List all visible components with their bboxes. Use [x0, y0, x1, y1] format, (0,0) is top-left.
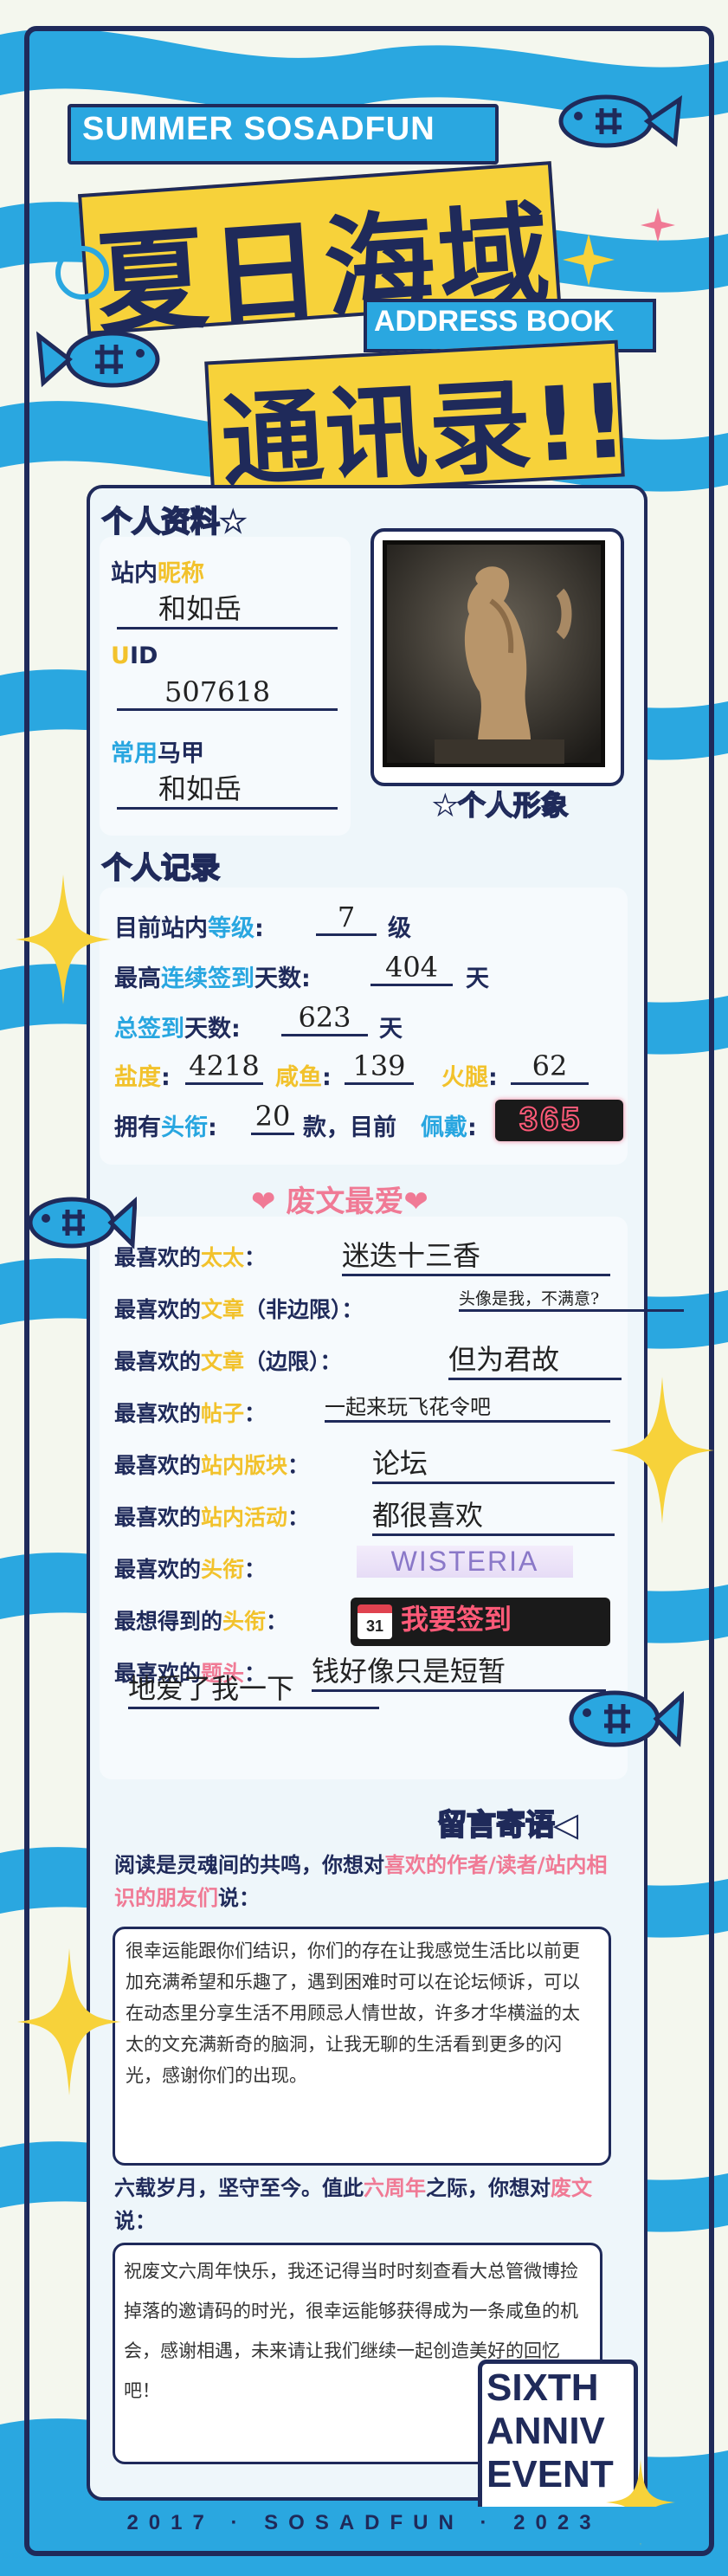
footer-text: 2017 · SOSADFUN · 2023 [126, 2511, 602, 2534]
titles-value: 20 [251, 1100, 294, 1135]
favorite-value: 论坛 [372, 1442, 615, 1484]
avatar-caption: ★个人形象 [432, 788, 569, 823]
fish-icon [35, 331, 160, 388]
level-value: 7 [316, 901, 377, 936]
favorite-value: 但为君故 [448, 1338, 622, 1380]
favorite-label: 最喜欢的文章（非边限）： [114, 1297, 364, 1322]
favorite-value: WISTERIA [357, 1546, 573, 1578]
level-label: 目前站内等级: [114, 915, 264, 942]
sparkle-icon [16, 875, 111, 1004]
favorite-value: 都很喜欢 [372, 1494, 615, 1536]
favorite-extra-line: 地爱了我一下 [128, 1667, 379, 1709]
avatar [383, 540, 605, 767]
favorite-label: 最喜欢的帖子： [114, 1401, 267, 1426]
alias-label: 常用马甲 [111, 740, 204, 767]
favorite-label: 最喜欢的文章（边限）： [114, 1349, 342, 1374]
fish-icon [569, 1690, 684, 1747]
streak-unit: 天 [466, 965, 489, 992]
fish-label: 咸鱼: [275, 1064, 332, 1091]
favorite-label: 最喜欢的太太： [114, 1245, 267, 1270]
favorites-section-title: ❤ 废文最爱❤ [251, 1185, 428, 1219]
page-title-line2: 通讯录!! [218, 360, 633, 502]
total-label: 总签到天数: [114, 1016, 241, 1043]
favorite-value: 头像是我，不满意? [459, 1286, 684, 1312]
total-unit: 天 [379, 1016, 403, 1043]
favorite-label: 最喜欢的站内版块： [114, 1453, 310, 1478]
titles-unit: 款，目前 [303, 1114, 396, 1141]
streak-label: 最高连续签到天数: [114, 965, 311, 992]
bubble-icon [55, 246, 109, 300]
message-answer-1: 很幸运能跟你们结识，你们的存在让我感觉生活比以前更加充满希望和乐趣了，遇到困难时… [126, 1940, 580, 2086]
favorite-value: 一起来玩飞花令吧 [325, 1390, 610, 1423]
uid-label: UID [111, 642, 158, 669]
ham-label: 火腿: [441, 1064, 498, 1091]
message-question-2: 六载岁月，坚守至今。值此六周年之际，你想对废文说： [114, 2176, 592, 2233]
favorite-label: 最想得到的头衔： [114, 1609, 288, 1634]
message-question-1: 阅读是灵魂间的共鸣，你想对喜欢的作者/读者/站内相识的朋友们说： [114, 1853, 608, 1910]
messages-section-title: 留言寄语◀ [436, 1807, 578, 1843]
nickname-value: 和如岳 [117, 587, 338, 629]
favorite-label: 最喜欢的站内活动： [114, 1505, 310, 1530]
ham-value: 62 [511, 1049, 589, 1085]
sparkle-icon [610, 1377, 714, 1524]
salt-label: 盐度: [114, 1064, 171, 1091]
level-unit: 级 [388, 915, 411, 942]
favorite-label: 最喜欢的头衔： [114, 1557, 267, 1582]
streak-value: 404 [370, 951, 453, 986]
profile-section-title: 个人资料★ [101, 504, 247, 540]
fish-value: 139 [345, 1049, 414, 1085]
wearing-label: 佩戴: [421, 1114, 477, 1141]
anniversary-line-3: EVENT [486, 2453, 614, 2495]
nickname-label: 站内昵称 [111, 560, 204, 587]
summer-banner-text: SUMMER SOSADFUN [82, 111, 435, 147]
sparkle-icon [563, 234, 615, 286]
anniversary-line-2: ANNIV [486, 2410, 605, 2452]
calendar-icon: 31 [358, 1604, 392, 1639]
uid-value: 507618 [117, 675, 338, 711]
sparkle-icon [17, 1948, 121, 2095]
favorite-value: 迷迭十三香 [342, 1234, 610, 1276]
wearing-badge-text: 365 [519, 1101, 583, 1139]
sparkle-icon [641, 208, 675, 242]
total-value: 623 [281, 1001, 368, 1036]
anniversary-line-1: SIXTH [486, 2366, 599, 2409]
fish-icon [558, 94, 683, 148]
records-section-title: 个人记录 [101, 850, 221, 887]
salt-value: 4218 [185, 1049, 263, 1085]
titles-label: 拥有头衔: [114, 1114, 217, 1141]
address-book-text: ADDRESS BOOK [374, 305, 615, 338]
alias-value: 和如岳 [117, 767, 338, 810]
